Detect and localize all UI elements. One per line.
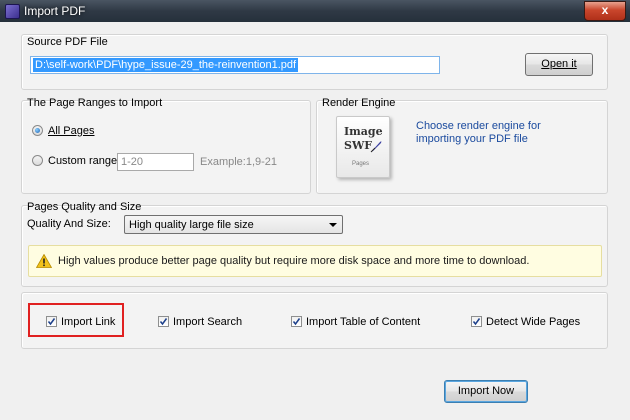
- import-link-highlight: [28, 303, 124, 337]
- render-engine-icon[interactable]: Image SWF Pages: [336, 116, 390, 178]
- quality-selected-option: High quality large file size: [129, 219, 254, 231]
- page-ranges-group: [21, 100, 311, 194]
- engine-icon-line3: Pages: [352, 161, 370, 167]
- import-search-checkbox[interactable]: [158, 316, 169, 327]
- warning-icon: [36, 254, 52, 268]
- import-toc-label[interactable]: Import Table of Content: [306, 316, 420, 328]
- window-title: Import PDF: [24, 4, 86, 18]
- custom-range-radio[interactable]: [32, 155, 43, 166]
- feather-icon: [370, 141, 382, 153]
- import-now-button[interactable]: Import Now: [444, 380, 528, 403]
- engine-icon-line1: Image: [344, 125, 383, 138]
- detect-wide-pages-checkbox[interactable]: [471, 316, 482, 327]
- import-toc-checkbox[interactable]: [291, 316, 302, 327]
- all-pages-label[interactable]: All Pages: [48, 125, 94, 137]
- warning-text: High values produce better page quality …: [58, 255, 530, 267]
- engine-icon-line2: SWF: [344, 139, 373, 152]
- open-it-button-label: Open it: [541, 58, 577, 70]
- chevron-down-icon: [329, 223, 337, 227]
- import-now-button-label: Import Now: [457, 385, 515, 397]
- custom-range-label[interactable]: Custom range:: [48, 155, 120, 167]
- quality-field-label: Quality And Size:: [27, 218, 111, 230]
- pdf-path-value: D:\self-work\PDF\hype_issue-29_the-reinv…: [33, 58, 299, 72]
- open-it-button[interactable]: Open it: [525, 53, 593, 76]
- close-button[interactable]: x: [584, 1, 626, 21]
- quality-warning: High values produce better page quality …: [28, 245, 602, 277]
- detect-wide-pages-label[interactable]: Detect Wide Pages: [486, 316, 580, 328]
- render-engine-group-title: Render Engine: [322, 97, 396, 109]
- pdf-path-input[interactable]: D:\self-work\PDF\hype_issue-29_the-reinv…: [30, 56, 440, 74]
- source-pdf-group-title: Source PDF File: [27, 36, 108, 48]
- custom-range-input[interactable]: 1-20: [117, 153, 194, 171]
- page-ranges-group-title: The Page Ranges to Import: [27, 97, 163, 109]
- quality-group-title: Pages Quality and Size: [27, 201, 142, 213]
- quality-select[interactable]: High quality large file size: [124, 215, 343, 234]
- range-example-text: Example:1,9-21: [200, 156, 278, 168]
- import-pdf-dialog: Import PDF x Source PDF File D:\self-wor…: [0, 0, 630, 420]
- render-engine-description: Choose render engine for importing your …: [416, 120, 541, 145]
- import-search-label[interactable]: Import Search: [173, 316, 242, 328]
- app-icon: [5, 4, 20, 19]
- title-bar[interactable]: Import PDF x: [0, 0, 630, 22]
- all-pages-radio[interactable]: [32, 125, 43, 136]
